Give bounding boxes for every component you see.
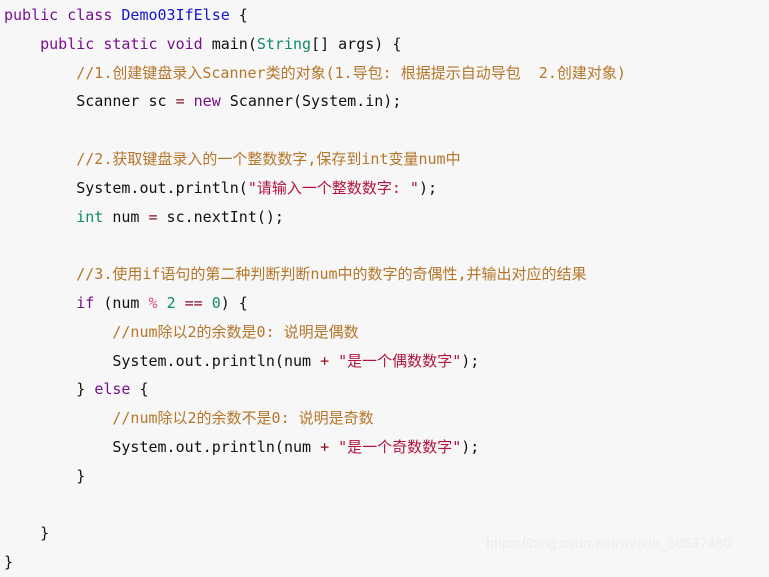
code-token-op: + <box>320 437 330 456</box>
code-line: System.out.println(num + "是一个偶数数字"); <box>4 347 769 376</box>
code-token-str: "请输入一个整数数字: " <box>247 178 419 197</box>
code-token-mod: % <box>148 293 158 312</box>
code-token-kw: else <box>94 380 131 399</box>
code-token-type: 2 <box>166 293 176 312</box>
code-line: int num = sc.nextInt(); <box>4 203 769 232</box>
code-token-type: int <box>76 207 104 226</box>
code-token-op: = <box>148 207 158 226</box>
code-token-plain: sc.nextInt(); <box>157 207 284 226</box>
code-token-type: 0 <box>211 293 221 312</box>
code-editor-content[interactable]: public class Demo03IfElse { public stati… <box>4 1 769 577</box>
code-line: //2.获取键盘录入的一个整数数字,保存到int变量num中 <box>4 145 769 174</box>
code-token-kw: public <box>4 6 59 24</box>
code-line: //num除以2的余数是0: 说明是偶数 <box>4 318 769 347</box>
code-token-cmt: //3.使用if语句的第二种判断判断num中的数字的奇偶性,并输出对应的结果 <box>76 265 587 284</box>
code-token-plain: { <box>130 380 149 399</box>
code-line: public class Demo03IfElse { <box>4 1 769 30</box>
code-token-cmt: //1.创建键盘录入Scanner类的对象(1.导包: 根据提示自动导包 2.创… <box>76 63 626 82</box>
code-token-plain: ); <box>461 351 480 370</box>
code-line: System.out.println("请输入一个整数数字: "); <box>4 174 769 203</box>
code-token-plain: } <box>76 380 95 399</box>
code-token-plain: } <box>4 553 14 572</box>
code-token-plain: System.out.println( <box>76 178 248 197</box>
code-token-kw: public <box>40 34 95 53</box>
code-token-plain: } <box>40 524 50 543</box>
code-line: System.out.println(num + "是一个奇数数字"); <box>4 433 769 462</box>
watermark-text: https://blog.csdn.net/weixin_50537480 <box>486 535 732 551</box>
code-token-op: = <box>175 92 185 111</box>
code-token-plain: System.out.println(num <box>112 437 321 456</box>
code-token-plain: Scanner sc <box>76 92 176 111</box>
code-token-plain: Scanner(System.in); <box>220 92 402 111</box>
code-token-plain: main( <box>211 34 257 53</box>
code-token-plain: System.out.println(num <box>112 351 321 370</box>
code-token-plain: ); <box>418 178 438 197</box>
code-line: //num除以2的余数不是0: 说明是奇数 <box>4 404 769 433</box>
code-token-kw: if <box>76 293 95 312</box>
code-line: } else { <box>4 375 769 404</box>
code-token-plain: ) { <box>220 293 248 312</box>
code-token-plain: num <box>103 207 149 226</box>
code-line: //3.使用if语句的第二种判断判断num中的数字的奇偶性,并输出对应的结果 <box>4 260 769 289</box>
code-token-kw: void <box>166 34 203 53</box>
code-token-op: + <box>320 351 330 370</box>
code-token-cmt: //num除以2的余数不是0: 说明是奇数 <box>112 409 374 428</box>
code-token-str: "是一个偶数数字" <box>338 351 462 370</box>
code-token-plain: (num <box>94 293 149 312</box>
code-token-str: "是一个奇数数字" <box>338 437 462 456</box>
code-token-plain: ); <box>461 437 480 456</box>
code-line: public static void main(String[] args) { <box>4 30 769 59</box>
code-line: //1.创建键盘录入Scanner类的对象(1.导包: 根据提示自动导包 2.创… <box>4 59 769 88</box>
code-line: Scanner sc = new Scanner(System.in); <box>4 87 769 116</box>
code-token-cmt: //2.获取键盘录入的一个整数数字,保存到int变量num中 <box>76 149 461 168</box>
code-line: } <box>4 462 769 491</box>
code-token-op: == <box>184 293 203 312</box>
code-token-cls: Demo03IfElse <box>121 6 230 24</box>
code-token-plain: { <box>229 6 248 24</box>
code-token-kw: new <box>193 92 221 111</box>
code-token-kw: class <box>67 6 113 24</box>
code-line: if (num % 2 == 0) { <box>4 289 769 318</box>
code-token-plain: [] args) { <box>311 34 402 53</box>
code-token-cmt: //num除以2的余数是0: 说明是偶数 <box>112 322 359 341</box>
code-token-kw: static <box>103 34 158 53</box>
code-token-plain: } <box>76 466 86 485</box>
code-token-type: String <box>256 34 312 53</box>
